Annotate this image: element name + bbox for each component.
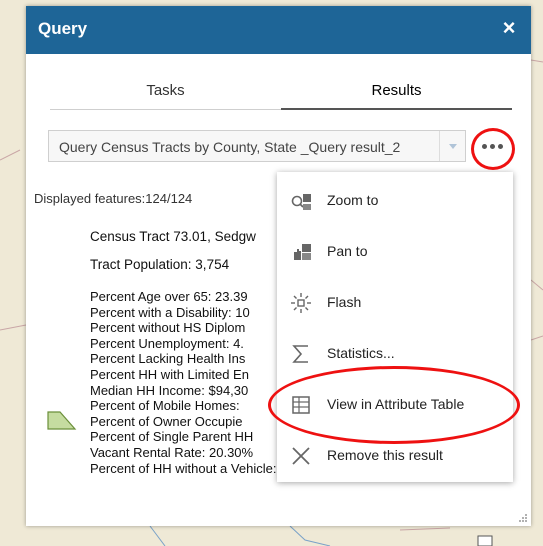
menu-item-statistics[interactable]: Statistics...	[277, 328, 513, 378]
menu-label-view-attribute-table: View in Attribute Table	[327, 396, 465, 412]
menu-item-flash[interactable]: Flash	[277, 277, 513, 327]
resize-grip-icon[interactable]	[518, 513, 528, 523]
table-icon	[292, 396, 310, 414]
tab-results[interactable]: Results	[281, 78, 512, 110]
more-options-button[interactable]	[475, 131, 509, 161]
polygon-icon	[47, 411, 77, 430]
result-layer-select[interactable]: Query Census Tracts by County, State _Qu…	[48, 130, 466, 162]
result-layer-value: Query Census Tracts by County, State _Qu…	[59, 139, 401, 155]
tab-bar: Tasks Results	[50, 78, 512, 110]
menu-label-statistics: Statistics...	[327, 345, 395, 361]
menu-item-view-attribute-table[interactable]: View in Attribute Table	[277, 379, 513, 429]
menu-label-pan-to: Pan to	[327, 243, 368, 259]
flash-icon	[291, 293, 311, 313]
panel-title: Query	[38, 19, 88, 38]
menu-item-remove-result[interactable]: Remove this result	[277, 430, 513, 480]
more-dots-icon	[498, 144, 503, 149]
menu-label-remove-result: Remove this result	[327, 447, 443, 463]
close-button[interactable]: ×	[497, 16, 521, 40]
menu-label-flash: Flash	[327, 294, 362, 310]
pan-to-icon	[294, 244, 311, 260]
panel-header: Query ×	[26, 6, 531, 54]
zoom-to-icon	[291, 194, 311, 210]
menu-item-pan-to[interactable]: Pan to	[277, 226, 513, 276]
dropdown-arrow[interactable]	[439, 131, 465, 161]
menu-label-zoom-to: Zoom to	[327, 192, 379, 208]
result-actions-menu: Zoom to Pan to Flash Statistics... View …	[277, 172, 513, 482]
more-dots-icon	[482, 144, 487, 149]
close-icon	[292, 447, 310, 465]
menu-item-zoom-to[interactable]: Zoom to	[277, 175, 513, 225]
sigma-icon	[292, 345, 308, 363]
displayed-features-count: Displayed features:124/124	[34, 191, 193, 206]
more-dots-icon	[490, 144, 495, 149]
tab-tasks[interactable]: Tasks	[50, 78, 281, 110]
chevron-down-icon	[449, 144, 457, 149]
